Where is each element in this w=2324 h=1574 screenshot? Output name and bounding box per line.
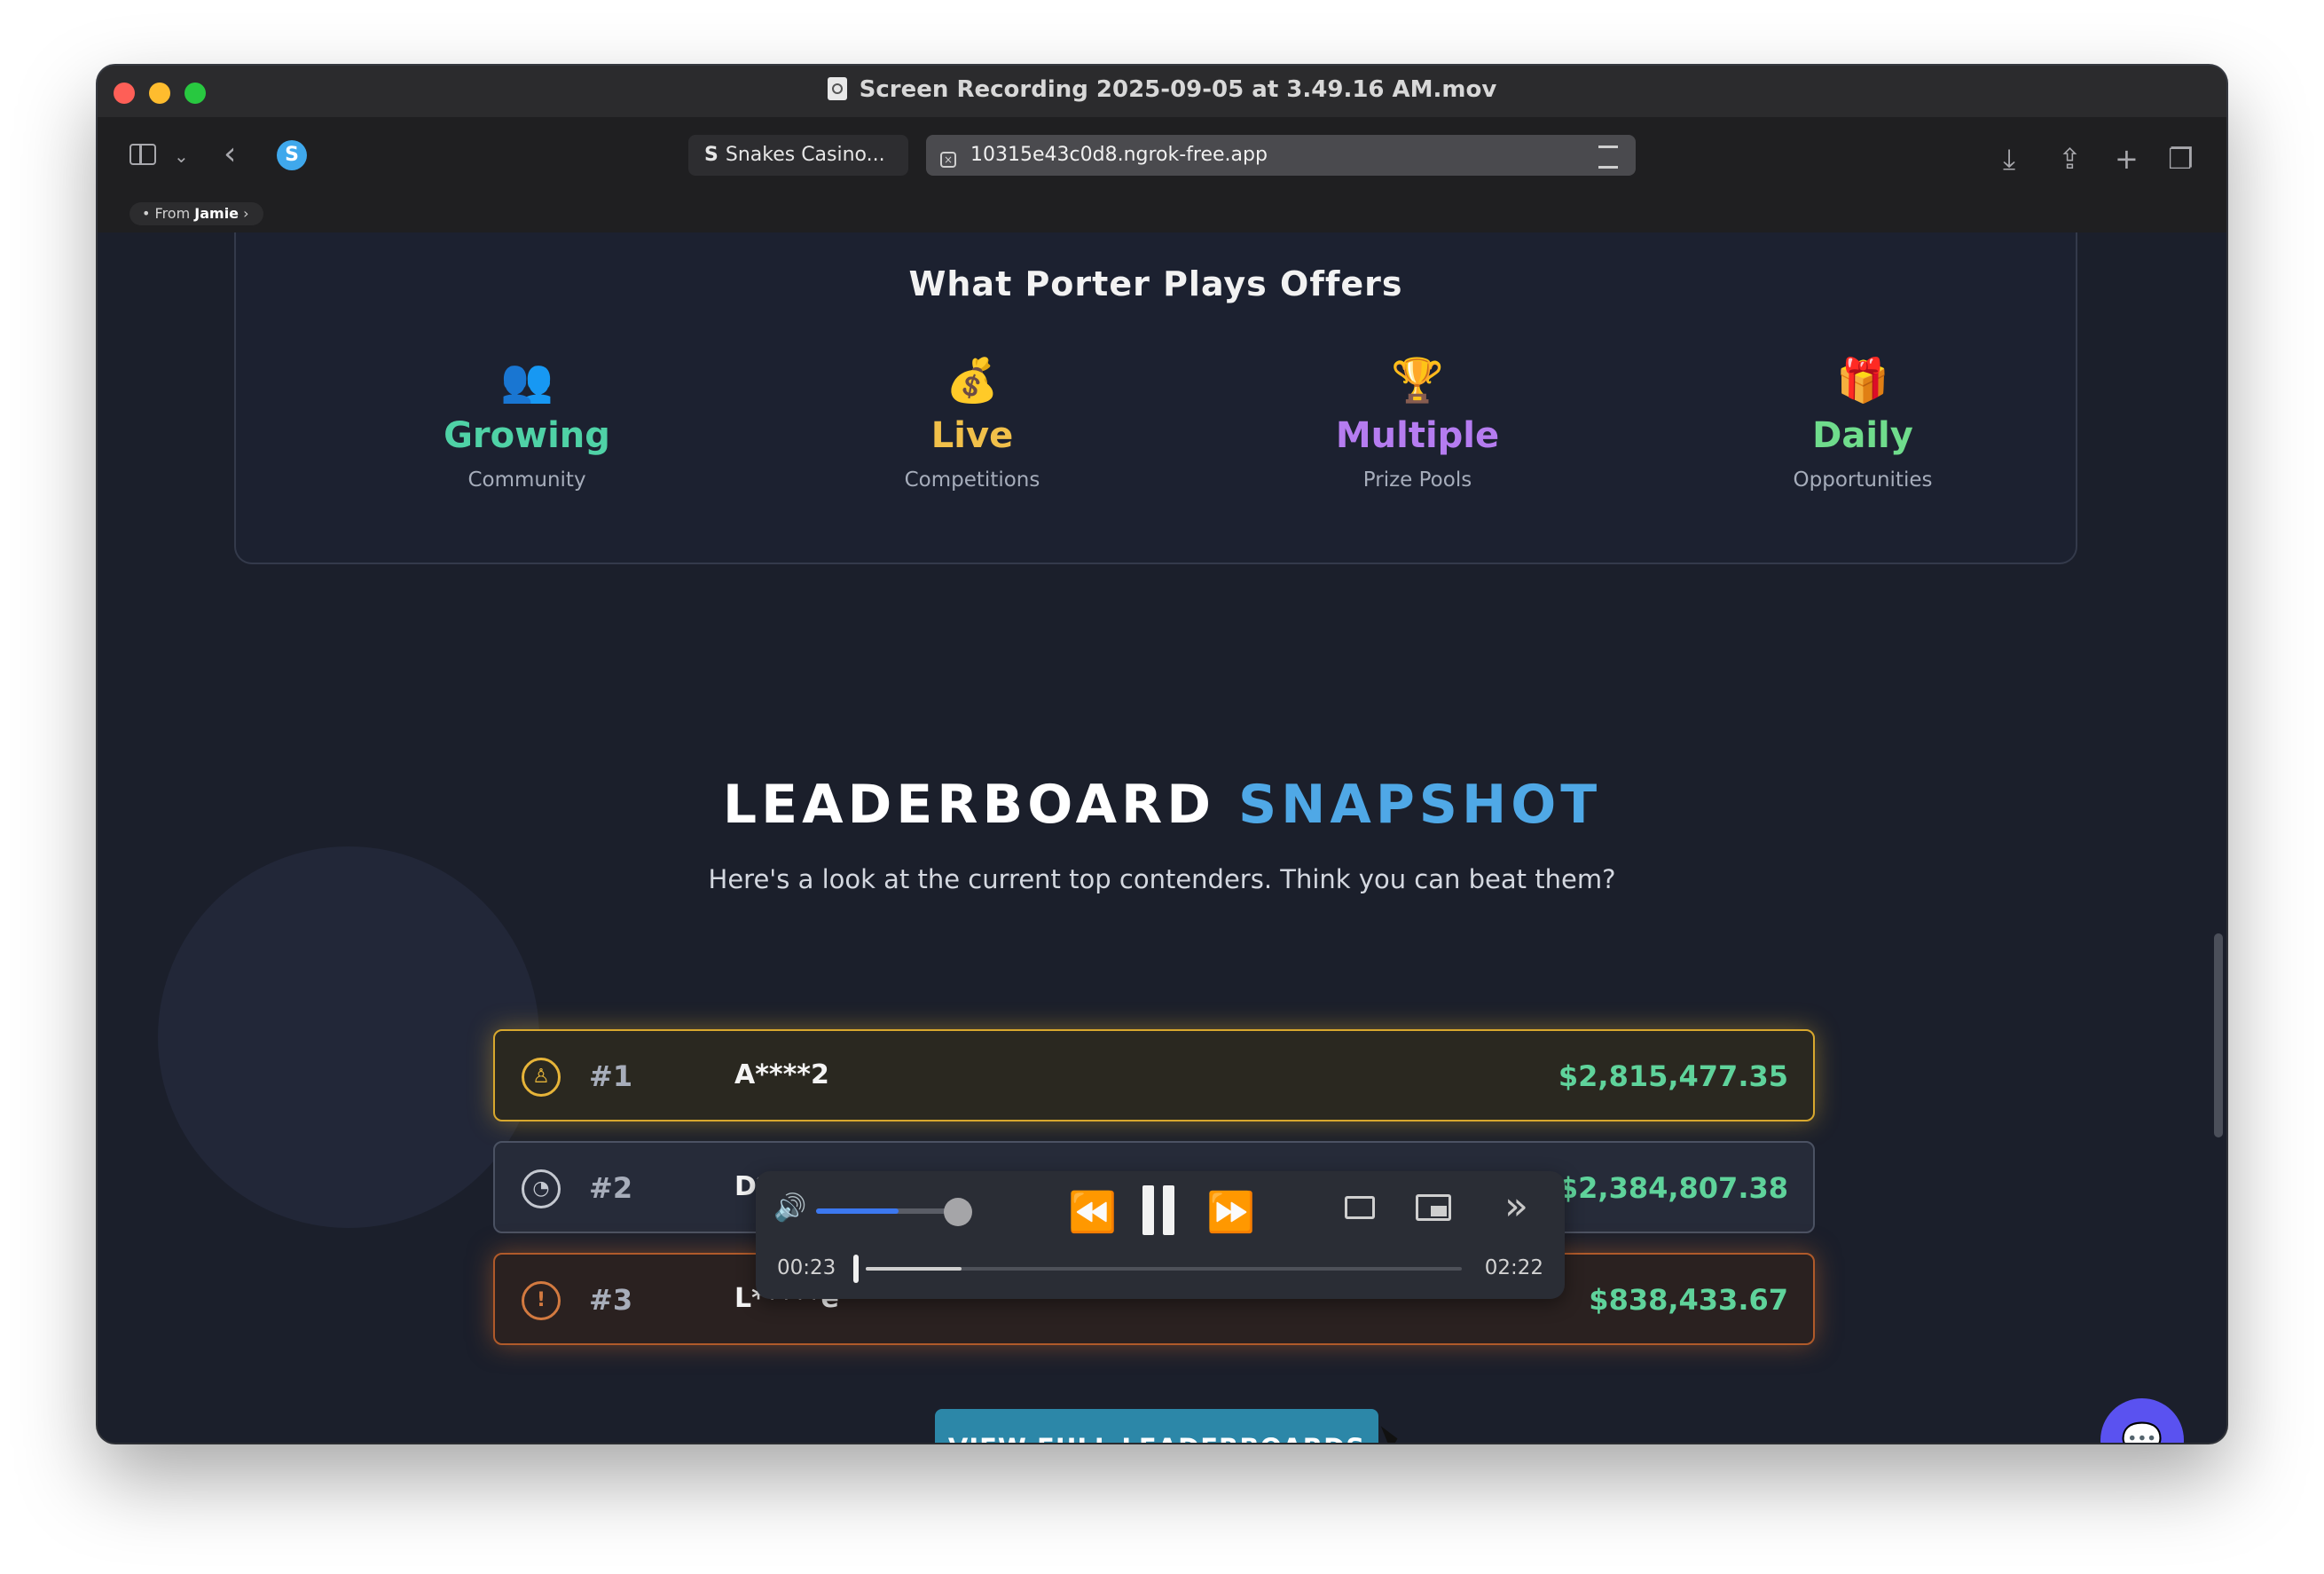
offer-caption: Prize Pools	[1362, 468, 1472, 492]
picture-in-picture-icon[interactable]	[1416, 1194, 1451, 1221]
more-controls-icon[interactable]: »	[1504, 1184, 1528, 1229]
pause-button[interactable]	[1139, 1185, 1178, 1235]
rank-number: #3	[589, 1283, 633, 1317]
tab-favicon-icon: S	[704, 144, 718, 166]
offer-item: 💰 Live Competitions	[795, 355, 1150, 492]
view-full-leaderboards-button[interactable]: VIEW FULL LEADERBOARDS	[935, 1409, 1378, 1443]
gift-icon: 🎁	[1836, 356, 1889, 405]
leaderboard-subtitle: Here's a look at the current top contend…	[708, 864, 1616, 894]
mouse-cursor-icon	[1380, 1421, 1401, 1443]
page-scrollbar[interactable]	[2214, 933, 2223, 1137]
chevron-down-icon[interactable]: ⌄	[174, 147, 189, 165]
web-page: What Porter Plays Offers 👥 Growing Commu…	[98, 232, 2226, 1443]
rank-number: #2	[589, 1171, 633, 1205]
money-bag-icon: 💰	[946, 356, 999, 405]
offer-headline: Multiple	[1335, 415, 1500, 456]
offer-item: 🎁 Daily Opportunities	[1685, 355, 2040, 492]
gold-rank-icon: ♙	[522, 1058, 561, 1097]
browser-toolbar: ⌄ ‹ S S Snakes Casino... × 10315e43c0d8.ng…	[98, 117, 2226, 195]
downloads-icon[interactable]: ⤓	[2003, 142, 2015, 177]
offer-item: 🏆 Multiple Prize Pools	[1240, 355, 1595, 492]
quicktime-document-icon	[827, 77, 847, 100]
leaderboard-row[interactable]: ♙ #1 A****2 $2,815,477.35	[493, 1029, 1815, 1121]
tab-overview-icon[interactable]: ❐	[2168, 142, 2194, 176]
leaderboard-title: LEADERBOARD SNAPSHOT	[722, 774, 1602, 836]
title-bar: Screen Recording 2025-09-05 at 3.49.16 A…	[98, 66, 2226, 118]
bookmarks-bar: • From Jamie ›	[98, 195, 2226, 233]
offer-headline: Daily	[1812, 415, 1913, 456]
rank-number: #1	[589, 1059, 633, 1093]
volume-slider[interactable]	[816, 1208, 958, 1214]
video-player-controls: 🔊 ⏪ ⏩ » 00:23 02:22	[756, 1171, 1565, 1299]
volume-icon[interactable]: 🔊	[773, 1192, 806, 1224]
seek-progress	[866, 1267, 962, 1271]
wager-amount: $2,384,807.38	[1558, 1171, 1788, 1205]
offer-headline: Live	[930, 415, 1014, 456]
offer-caption: Competitions	[904, 468, 1040, 492]
volume-knob[interactable]	[944, 1198, 972, 1226]
trophy-icon: 🏆	[1391, 356, 1444, 405]
back-icon[interactable]: ‹	[224, 138, 236, 170]
community-icon: 👥	[500, 356, 554, 405]
silver-rank-icon: ◔	[522, 1169, 561, 1208]
offers-title: What Porter Plays Offers	[908, 264, 1403, 303]
chat-bubble-icon: 💬	[2121, 1421, 2163, 1443]
new-tab-icon[interactable]: +	[2115, 142, 2139, 176]
share-icon[interactable]: ⇪	[2058, 142, 2082, 176]
window-title: Screen Recording 2025-09-05 at 3.49.16 A…	[98, 76, 2226, 103]
chevron-right-icon: ›	[243, 205, 249, 222]
site-favicon-icon: S	[277, 140, 307, 170]
wager-amount: $838,433.67	[1589, 1283, 1788, 1317]
rewind-icon[interactable]: ⏪	[1068, 1189, 1117, 1235]
offer-headline: Growing	[444, 415, 610, 456]
browser-window: Screen Recording 2025-09-05 at 3.49.16 A…	[98, 66, 2226, 1443]
volume-level	[816, 1208, 899, 1214]
offer-caption: Opportunities	[1793, 468, 1933, 492]
chat-support-button[interactable]: 💬	[2100, 1398, 2184, 1443]
person-icon: •	[142, 205, 151, 222]
close-tab-icon[interactable]: ×	[940, 152, 956, 168]
offer-item: 👥 Growing Community	[349, 355, 704, 492]
total-duration: 02:22	[1484, 1256, 1543, 1279]
tab-snakes-casino[interactable]: S Snakes Casino...	[688, 135, 908, 176]
playhead[interactable]	[853, 1255, 859, 1283]
player-name: A****2	[734, 1059, 829, 1090]
address-bar[interactable]: × 10315e43c0d8.ngrok-free.app	[926, 135, 1636, 176]
seek-bar[interactable]	[866, 1267, 1462, 1271]
sidebar-toggle-icon[interactable]	[130, 144, 156, 165]
airplay-icon[interactable]	[1345, 1196, 1375, 1219]
background-decoration	[158, 846, 539, 1228]
offers-card: What Porter Plays Offers 👥 Growing Commu…	[234, 232, 2077, 564]
reader-mode-icon[interactable]	[1598, 146, 1618, 169]
bronze-rank-icon: !	[522, 1281, 561, 1320]
shared-with-you-chip[interactable]: • From Jamie ›	[130, 202, 263, 225]
fast-forward-icon[interactable]: ⏩	[1206, 1189, 1255, 1235]
offer-caption: Community	[467, 468, 586, 492]
elapsed-time: 00:23	[777, 1256, 836, 1279]
wager-amount: $2,815,477.35	[1558, 1059, 1788, 1093]
